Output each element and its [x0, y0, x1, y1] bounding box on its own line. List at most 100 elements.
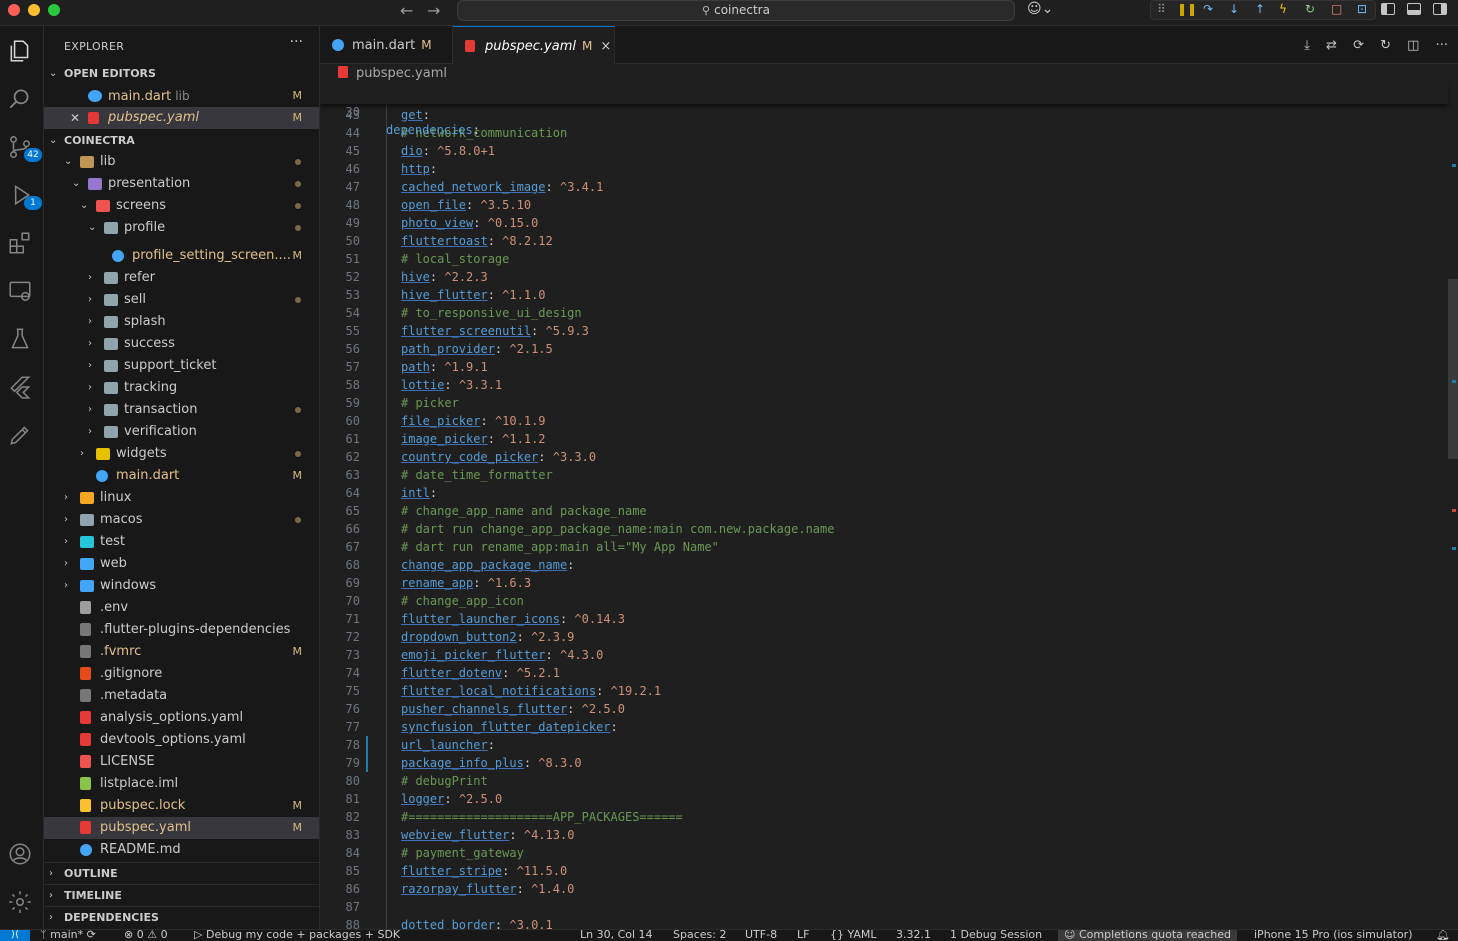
yaml-key[interactable]: url_launcher — [401, 738, 488, 752]
tree-folder[interactable]: ⌄ screens — [44, 195, 319, 217]
flutter-version[interactable]: 3.32.1 — [896, 930, 931, 941]
yaml-key[interactable]: image_picker — [401, 432, 488, 446]
source-control-icon[interactable]: 42 — [7, 134, 42, 162]
breadcrumb[interactable]: pubspec.yaml — [338, 66, 447, 81]
remote-explorer-icon[interactable] — [7, 278, 35, 306]
yaml-key[interactable]: path_provider — [401, 342, 495, 356]
tree-folder[interactable]: › widgets — [44, 443, 319, 465]
yaml-key[interactable]: cached_network_image — [401, 180, 546, 194]
pen-tool-icon[interactable] — [7, 422, 35, 450]
stop-icon[interactable]: □ — [1331, 2, 1342, 16]
search-icon[interactable] — [7, 86, 35, 114]
tree-file[interactable]: .flutter-plugins-dependencies — [44, 619, 319, 641]
close-window-button[interactable] — [8, 4, 20, 16]
close-tab-icon[interactable]: × — [600, 39, 611, 54]
explorer-icon[interactable] — [7, 38, 35, 66]
notifications-bell-icon[interactable]: 🔔︎ — [1436, 930, 1450, 941]
forward-arrow-icon[interactable]: → — [427, 1, 440, 20]
tree-folder[interactable]: ⌄ presentation — [44, 173, 319, 195]
copilot-quota[interactable]: ☺ Completions quota reached — [1058, 930, 1237, 941]
yaml-key[interactable]: hive — [401, 270, 430, 284]
tree-file[interactable]: analysis_options.yaml — [44, 707, 319, 729]
yaml-key[interactable]: fluttertoast — [401, 234, 488, 248]
run-debug-icon[interactable]: 1 — [7, 182, 42, 210]
tree-folder[interactable]: › success — [44, 333, 319, 355]
tree-file[interactable]: .fvmrc M — [44, 641, 319, 663]
tree-file[interactable]: main.dart M — [44, 465, 319, 487]
remote-indicator-icon[interactable]: ⟩⟨ — [0, 930, 30, 941]
tree-file[interactable]: .metadata — [44, 685, 319, 707]
yaml-key[interactable]: lottie — [401, 378, 444, 392]
yaml-key[interactable]: package_info_plus — [401, 756, 524, 770]
tree-folder[interactable]: › sell — [44, 289, 319, 311]
code-editor[interactable]: pubspec.yaml 43 get: 44 # network_communica… — [320, 64, 1458, 929]
yaml-key[interactable]: get — [401, 108, 423, 122]
tree-folder[interactable]: › splash — [44, 311, 319, 333]
tree-file[interactable]: profile_setting_screen.... M — [44, 245, 319, 267]
problems-item[interactable]: ⊗ 0 ⚠ 0 — [124, 930, 168, 941]
indentation[interactable]: Spaces: 2 — [673, 930, 726, 941]
yaml-key[interactable]: dio — [401, 144, 423, 158]
step-into-icon[interactable]: ↓ — [1229, 2, 1239, 16]
sticky-scroll-line[interactable]: 30 dependencies: — [320, 84, 1448, 137]
vertical-scrollbar[interactable] — [1448, 104, 1458, 929]
manage-gear-icon[interactable] — [7, 889, 35, 917]
yaml-key[interactable]: country_code_picker — [401, 450, 538, 464]
tree-folder[interactable]: › macos — [44, 509, 319, 531]
end-of-line[interactable]: LF — [797, 930, 809, 941]
yaml-key[interactable]: emoji_picker_flutter — [401, 648, 546, 662]
toggle-panel-icon[interactable] — [1407, 3, 1421, 15]
flutter-icon[interactable] — [7, 374, 35, 402]
yaml-key[interactable]: photo_view — [401, 216, 473, 230]
compare-changes-icon[interactable]: ⇄ — [1326, 38, 1337, 53]
yaml-key[interactable]: dotted_border — [401, 918, 495, 929]
accounts-icon[interactable] — [7, 841, 35, 869]
yaml-key[interactable]: webview_flutter — [401, 828, 509, 842]
extensions-icon[interactable] — [7, 230, 35, 258]
tree-folder[interactable]: › support_ticket — [44, 355, 319, 377]
restart-icon[interactable]: ↻ — [1305, 2, 1315, 16]
yaml-key[interactable]: pusher_channels_flutter — [401, 702, 567, 716]
download-icon[interactable]: ⤓ — [1304, 38, 1310, 53]
yaml-key[interactable]: syncfusion_flutter_datepicker — [401, 720, 611, 734]
step-over-icon[interactable]: ↷ — [1203, 2, 1213, 16]
debug-session[interactable]: 1 Debug Session — [950, 930, 1042, 941]
toggle-secondary-sidebar-icon[interactable] — [1433, 3, 1447, 15]
yaml-key[interactable]: path — [401, 360, 430, 374]
encoding[interactable]: UTF-8 — [745, 930, 777, 941]
yaml-key[interactable]: flutter_local_notifications — [401, 684, 596, 698]
yaml-key[interactable]: flutter_dotenv — [401, 666, 502, 680]
tree-file[interactable]: .env — [44, 597, 319, 619]
tree-file[interactable]: pubspec.lock M — [44, 795, 319, 817]
yaml-key[interactable]: flutter_launcher_icons — [401, 612, 560, 626]
yaml-key[interactable]: open_file — [401, 198, 466, 212]
tab-main-dart[interactable]: main.dart M — [320, 26, 453, 64]
scrollbar-thumb[interactable] — [1448, 279, 1458, 459]
git-branch-item[interactable]: ᛘ main* ⟳ — [40, 930, 96, 941]
more-actions-icon[interactable]: ··· — [290, 34, 303, 50]
outline-header[interactable]: › OUTLINE — [44, 862, 319, 884]
debug-config-item[interactable]: ▷ Debug my code + packages + SDK — [194, 930, 400, 941]
tree-file[interactable]: LICENSE — [44, 751, 319, 773]
open-editors-header[interactable]: ⌄ OPEN EDITORS — [44, 63, 319, 85]
more-actions-icon[interactable]: ··· — [1436, 38, 1448, 53]
tab-pubspec-yaml[interactable]: pubspec.yaml M × — [453, 26, 615, 64]
copilot-icon[interactable]: ☺⌄ — [1027, 1, 1053, 17]
tree-file[interactable]: listplace.iml — [44, 773, 319, 795]
tree-folder[interactable]: ⌄ lib — [44, 151, 319, 173]
split-editor-icon[interactable]: ◫ — [1407, 38, 1419, 53]
tree-folder[interactable]: › test — [44, 531, 319, 553]
tree-folder[interactable]: › windows — [44, 575, 319, 597]
tree-folder[interactable]: › linux — [44, 487, 319, 509]
yaml-key[interactable]: dropdown_button2 — [401, 630, 517, 644]
pause-icon[interactable]: ❚❚ — [1177, 2, 1197, 16]
refresh-icon[interactable]: ↻ — [1380, 38, 1391, 53]
tree-file[interactable]: README.md — [44, 839, 319, 861]
yaml-key[interactable]: change_app_package_name — [401, 558, 567, 572]
drag-handle-icon[interactable]: ⠿ — [1157, 2, 1166, 16]
open-editor-item[interactable]: ✕ pubspec.yaml M — [44, 107, 319, 129]
yaml-key[interactable]: logger — [401, 792, 444, 806]
language-mode[interactable]: {} YAML — [830, 930, 877, 941]
timeline-header[interactable]: › TIMELINE — [44, 884, 319, 906]
yaml-key[interactable]: rename_app — [401, 576, 473, 590]
